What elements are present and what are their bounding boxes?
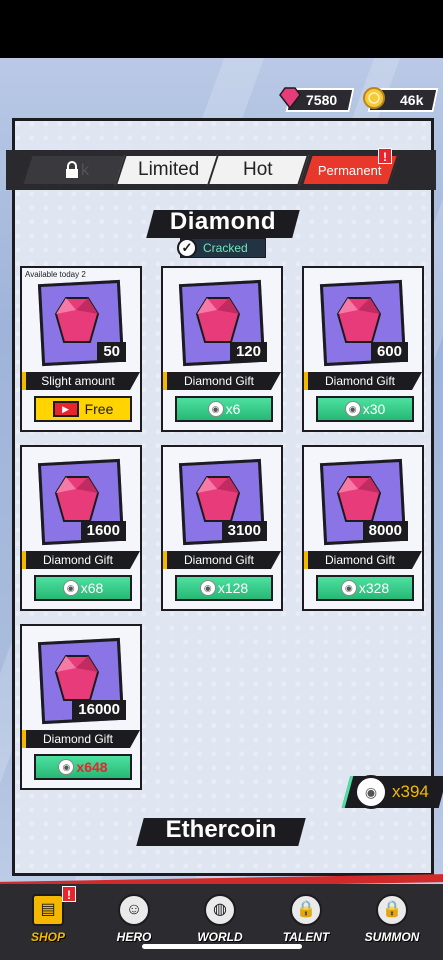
pack-name: Diamond Gift (304, 551, 422, 569)
price-label: x30 (362, 401, 386, 417)
orb-icon: ◉ (62, 580, 79, 596)
pack-name: Diamond Gift (163, 372, 281, 390)
buy-button[interactable]: ◉ x648 (34, 754, 132, 780)
diamond-gem-icon (336, 476, 382, 522)
diamond-pack-tile[interactable]: 600 Diamond Gift ◉ x30 (302, 266, 424, 432)
free-ad-button[interactable]: ▶ Free (34, 396, 132, 422)
diamond-icon (279, 87, 301, 110)
pack-name: Diamond Gift (22, 551, 140, 569)
section-title: Diamond (169, 208, 277, 235)
nav-label: HERO (116, 930, 152, 944)
summon-lock-icon: 🔒 (376, 894, 408, 926)
nav-summon[interactable]: 🔒 SUMMON (362, 894, 422, 950)
diamond-pack-tile[interactable]: 16000 Diamond Gift ◉ x648 (20, 624, 142, 790)
orb-icon: ◉ (58, 759, 75, 775)
orb-icon: ◉ (199, 580, 216, 596)
pack-amount: 8000 (362, 521, 408, 541)
orb-icon: ◉ (340, 580, 357, 596)
pack-name: Diamond Gift (304, 372, 422, 390)
orb-balance-value: x394 (392, 782, 429, 801)
status-bar (0, 0, 443, 58)
nav-label: TALENT (282, 930, 330, 944)
buy-button[interactable]: ◉ x6 (175, 396, 273, 422)
price-label: x128 (217, 580, 249, 596)
tab-limited[interactable]: Limited (114, 154, 224, 186)
pack-name: Slight amount (22, 372, 140, 390)
nav-world[interactable]: ◍ WORLD (190, 894, 250, 950)
nav-shop[interactable]: ▤ SHOP! (18, 886, 78, 950)
diamond-pack-tile[interactable]: Available today 2 50 Slight amount ▶ Free (20, 266, 142, 432)
tab-hot[interactable]: Hot (206, 154, 310, 186)
nav-hero[interactable]: ☺ HERO (104, 894, 164, 950)
price-label: x648 (76, 759, 108, 775)
orb-icon: ◉ (344, 401, 361, 417)
nav-label: SUMMON (364, 930, 420, 944)
orb-icon: ◉ (207, 401, 224, 417)
talent-lock-icon: 🔒 (290, 894, 322, 926)
check-icon: ✓ (177, 238, 197, 258)
diamond-pack-tile[interactable]: 120 Diamond Gift ◉ x6 (161, 266, 283, 432)
price-label: x328 (358, 580, 390, 596)
tab-limited-label: Limited (138, 159, 200, 180)
shop-icon: ▤ (32, 894, 64, 926)
price-label: x6 (225, 401, 241, 417)
diamond-pack-tile[interactable]: 3100 Diamond Gift ◉ x128 (161, 445, 283, 611)
home-indicator (142, 944, 302, 949)
ethercoin-title: Ethercoin (165, 816, 277, 843)
hero-icon: ☺ (118, 894, 150, 926)
pack-name: Diamond Gift (163, 551, 281, 569)
diamond-gem-icon (54, 476, 100, 522)
pack-amount: 16000 (72, 700, 126, 720)
diamond-pack-tile[interactable]: 8000 Diamond Gift ◉ x328 (302, 445, 424, 611)
orb-icon: ◉ (354, 775, 388, 809)
diamond-gem-icon (54, 297, 100, 343)
price-label: Free (84, 401, 114, 417)
tab-permanent-label: Permanent (318, 162, 382, 178)
cracked-status-label: Cracked (203, 241, 248, 255)
tab-locked-label: k (63, 159, 89, 181)
tab-locked[interactable]: k (20, 154, 132, 186)
pack-amount: 3100 (221, 521, 267, 541)
diamond-gem-icon (195, 297, 241, 343)
diamond-balance-value: 7580 (306, 92, 338, 108)
shop-badge: ! (62, 886, 76, 902)
gold-coin-icon (363, 87, 385, 109)
cracked-status: ✓ Cracked (177, 238, 266, 258)
pack-amount: 120 (229, 342, 267, 362)
tab-hot-label: Hot (243, 159, 273, 180)
gold-balance-value: 46k (400, 92, 424, 108)
diamond-gem-icon (336, 297, 382, 343)
pack-amount: 50 (97, 342, 126, 362)
buy-button[interactable]: ◉ x128 (175, 575, 273, 601)
lock-icon (66, 161, 78, 178)
pack-name: Diamond Gift (22, 730, 140, 748)
buy-button[interactable]: ◉ x328 (316, 575, 414, 601)
nav-label: WORLD (197, 930, 243, 944)
diamond-gem-icon (54, 655, 100, 701)
diamond-gem-icon (195, 476, 241, 522)
pack-amount: 1600 (80, 521, 126, 541)
buy-button[interactable]: ◉ x30 (316, 396, 414, 422)
video-ad-icon: ▶ (52, 401, 79, 417)
diamond-pack-tile[interactable]: 1600 Diamond Gift ◉ x68 (20, 445, 142, 611)
tab-permanent-badge: ! (378, 148, 392, 164)
nav-talent[interactable]: 🔒 TALENT (276, 894, 336, 950)
price-label: x68 (80, 580, 104, 596)
availability-label: Available today 2 (25, 270, 86, 279)
world-icon: ◍ (204, 894, 236, 926)
buy-button[interactable]: ◉ x68 (34, 575, 132, 601)
nav-label: SHOP (30, 930, 65, 944)
pack-amount: 600 (370, 342, 408, 362)
